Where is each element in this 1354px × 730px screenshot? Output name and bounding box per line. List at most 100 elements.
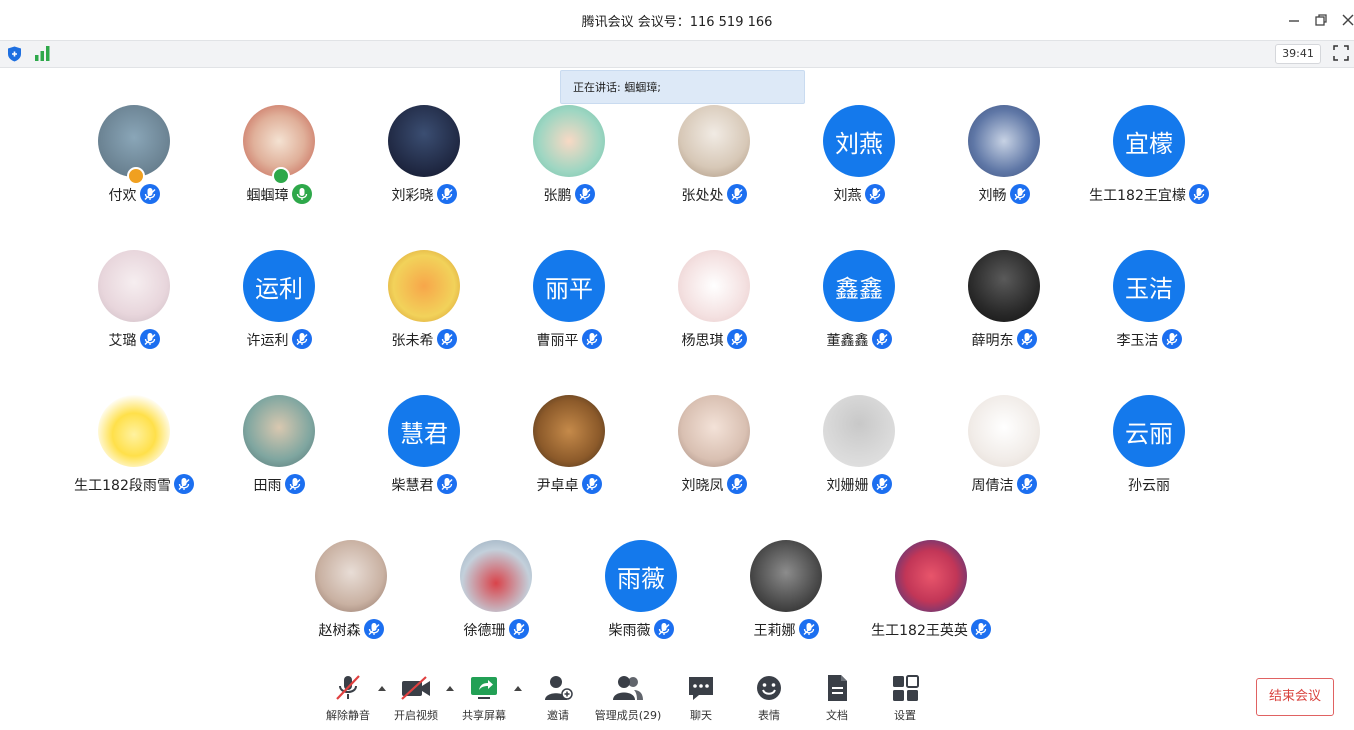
- participant-tile[interactable]: 宜檬生工182王宜檬: [1074, 105, 1224, 225]
- participant-name-row: 尹卓卓: [494, 474, 644, 496]
- participant-name: 徐德珊: [463, 623, 506, 639]
- share-options-caret-icon[interactable]: [513, 684, 523, 692]
- participant-avatar: [533, 105, 605, 177]
- microphone-muted-icon: [139, 329, 160, 349]
- participant-avatar: [678, 105, 750, 177]
- participant-name-row: 柴雨薇: [566, 619, 716, 641]
- participant-tile[interactable]: 王莉娜: [711, 540, 861, 660]
- microphone-muted-icon: [436, 329, 457, 349]
- smiley-icon: [757, 676, 781, 700]
- participant-name: 张处处: [681, 188, 724, 204]
- members-icon: [613, 676, 643, 700]
- shield-icon[interactable]: [7, 46, 22, 62]
- participant-avatar: 慧君: [388, 395, 460, 467]
- participant-avatar: [750, 540, 822, 612]
- participant-name-row: 刘燕: [784, 184, 934, 206]
- participant-name-row: 杨思琪: [639, 329, 789, 351]
- participant-avatar: 运利: [243, 250, 315, 322]
- participant-name: 柴雨薇: [608, 623, 651, 639]
- microphone-muted-icon: [653, 619, 674, 639]
- participant-avatar: [895, 540, 967, 612]
- participant-name-row: 王莉娜: [711, 619, 861, 641]
- microphone-muted-icon: [436, 474, 457, 494]
- participant-name-row: 曹丽平: [494, 329, 644, 351]
- participant-name: 张鹏: [543, 188, 572, 204]
- participant-avatar: [460, 540, 532, 612]
- microphone-muted-icon: [173, 474, 194, 494]
- participant-tile[interactable]: 周倩洁: [929, 395, 1079, 515]
- participant-tile[interactable]: 张处处: [639, 105, 789, 225]
- participant-tile[interactable]: 徐德珊: [421, 540, 571, 660]
- participant-name-row: 生工182王英英: [856, 619, 1006, 641]
- participant-name: 刘姗姗: [826, 478, 869, 494]
- participant-name: 董鑫鑫: [826, 333, 869, 349]
- participant-tile[interactable]: 赵树森: [276, 540, 426, 660]
- participant-tile[interactable]: 丽平 曹丽平: [494, 250, 644, 370]
- participant-tile[interactable]: 薛明东: [929, 250, 1079, 370]
- participant-name: 生工182王宜檬: [1089, 188, 1186, 204]
- participant-tile[interactable]: 张鹏: [494, 105, 644, 225]
- participant-tile[interactable]: 田雨: [204, 395, 354, 515]
- close-window-button[interactable]: [1338, 10, 1354, 30]
- info-toolbar: 39:41: [0, 40, 1354, 68]
- participant-avatar: 宜檬: [1113, 105, 1185, 177]
- participant-tile[interactable]: 刘姗姗: [784, 395, 934, 515]
- participant-name: 柴慧君: [391, 478, 434, 494]
- participant-avatar: [823, 395, 895, 467]
- participant-name: 刘彩晓: [391, 188, 434, 204]
- participant-name-row: 徐德珊: [421, 619, 571, 641]
- participant-tile[interactable]: 刘畅: [929, 105, 1079, 225]
- manage-members-button[interactable]: 管理成员(29): [595, 674, 661, 724]
- participant-tile[interactable]: 刘彩晓: [349, 105, 499, 225]
- participant-tile[interactable]: 蝈蝈璋: [204, 105, 354, 225]
- participant-name-row: 董鑫鑫: [784, 329, 934, 351]
- minimize-button[interactable]: [1284, 10, 1304, 30]
- participant-tile[interactable]: 刘晓凤: [639, 395, 789, 515]
- microphone-muted-icon: [1016, 474, 1037, 494]
- restore-button[interactable]: [1311, 10, 1331, 30]
- microphone-muted-icon: [871, 329, 892, 349]
- participant-name: 孙云丽: [1128, 478, 1170, 494]
- participant-tile[interactable]: 艾璐: [59, 250, 209, 370]
- participant-tile[interactable]: 刘燕 刘燕: [784, 105, 934, 225]
- participant-tile[interactable]: 尹卓卓: [494, 395, 644, 515]
- participant-avatar: 玉洁: [1113, 250, 1185, 322]
- participant-tile[interactable]: 付欢: [59, 105, 209, 225]
- participant-avatar: [968, 250, 1040, 322]
- participant-name: 生工182王英英: [871, 623, 968, 639]
- participant-avatar: 云丽: [1113, 395, 1185, 467]
- settings-label: 设置: [894, 709, 916, 722]
- participant-tile[interactable]: 生工182王英英: [856, 540, 1006, 660]
- participant-name-row: 周倩洁: [929, 474, 1079, 496]
- participant-tile[interactable]: 生工182段雨雪: [59, 395, 209, 515]
- participant-tile[interactable]: 慧君 柴慧君: [349, 395, 499, 515]
- participant-tile[interactable]: 云丽 孙云丽: [1074, 395, 1224, 515]
- participant-tile[interactable]: 雨薇 柴雨薇: [566, 540, 716, 660]
- end-meeting-button[interactable]: 结束会议: [1256, 678, 1334, 716]
- participant-avatar: [968, 105, 1040, 177]
- title-bar: 腾讯会议 会议号：116 519 166: [0, 0, 1354, 40]
- participant-tile[interactable]: 玉洁 李玉洁: [1074, 250, 1224, 370]
- participant-name-row: 田雨: [204, 474, 354, 496]
- participant-avatar: [388, 250, 460, 322]
- participant-tile[interactable]: 张未希: [349, 250, 499, 370]
- signal-strength-icon[interactable]: [34, 45, 52, 61]
- participant-name: 薛明东: [971, 333, 1014, 349]
- participant-avatar: 鑫鑫: [823, 250, 895, 322]
- participant-tile[interactable]: 运利 许运利: [204, 250, 354, 370]
- microphone-muted-icon: [726, 329, 747, 349]
- share-screen-button[interactable]: 共享屏幕: [454, 674, 514, 724]
- participant-name-row: 柴慧君: [349, 474, 499, 496]
- settings-button[interactable]: 设置: [875, 674, 935, 724]
- participant-name: 许运利: [246, 333, 289, 349]
- microphone-active-icon: [291, 184, 312, 204]
- microphone-muted-icon: [871, 474, 892, 494]
- microphone-muted-icon: [336, 675, 360, 700]
- fullscreen-icon[interactable]: [1333, 45, 1349, 61]
- participant-name-row: 生工182段雨雪: [59, 474, 209, 496]
- microphone-muted-icon: [970, 619, 991, 639]
- microphone-muted-icon: [1016, 329, 1037, 349]
- participant-tile[interactable]: 杨思琪: [639, 250, 789, 370]
- participant-name-row: 孙云丽: [1074, 475, 1224, 495]
- participant-tile[interactable]: 鑫鑫 董鑫鑫: [784, 250, 934, 370]
